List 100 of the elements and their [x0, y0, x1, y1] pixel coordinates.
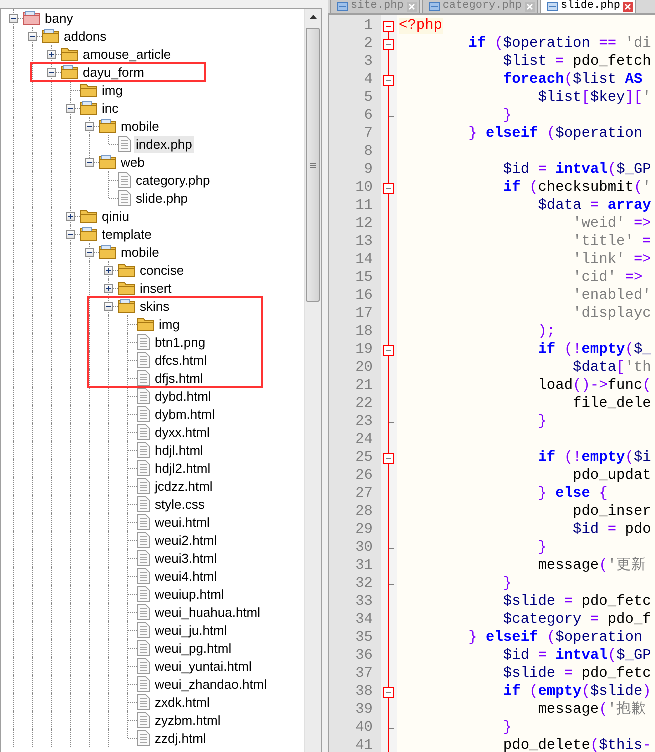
expand-toggle[interactable] [66, 212, 75, 221]
code-line: } else { [537, 485, 608, 503]
fold-toggle[interactable] [383, 687, 394, 698]
line-number: 26 [354, 467, 374, 485]
tree-item[interactable]: weui3.html [153, 550, 220, 566]
tree-item[interactable]: hdjl2.html [153, 460, 213, 476]
code-line: $category = pdo_f [502, 611, 652, 629]
code-line: } [502, 107, 512, 125]
close-icon[interactable] [623, 2, 634, 12]
tree-item[interactable]: dfcs.html [153, 352, 210, 368]
code-line: } [537, 539, 547, 557]
collapse-toggle[interactable] [66, 230, 75, 239]
collapse-toggle[interactable] [9, 14, 18, 23]
tree-item[interactable]: weui_zhandao.html [153, 676, 270, 692]
tree-item[interactable]: mobile [119, 118, 162, 134]
collapse-toggle[interactable] [85, 122, 94, 131]
collapse-toggle[interactable] [47, 68, 56, 77]
tree-item[interactable]: dyxx.html [153, 424, 212, 440]
tree-item[interactable]: amouse_article [81, 46, 174, 62]
expand-toggle[interactable] [104, 266, 113, 275]
tree-item[interactable]: inc [100, 100, 121, 116]
tree-item[interactable]: zyzbm.html [153, 712, 223, 728]
code-line: 'link' => [572, 251, 652, 269]
tree-item[interactable]: weui_yuntai.html [153, 658, 254, 674]
code-line: foreach($list AS [502, 71, 643, 89]
line-number: 36 [354, 647, 374, 665]
tree-item[interactable]: slide.php [134, 190, 190, 206]
tree-item[interactable]: dybm.html [153, 406, 217, 422]
tree-item[interactable]: weui.html [153, 514, 212, 530]
code-line: if (!empty($_ [537, 341, 652, 359]
expand-toggle[interactable] [47, 50, 56, 59]
folder-icon [118, 264, 135, 276]
tree-item[interactable]: dayu_form [81, 64, 146, 80]
code-line: if (empty($slide) [502, 683, 652, 701]
fold-toggle[interactable] [383, 183, 394, 194]
tree-item[interactable]: weui_huahua.html [153, 604, 263, 620]
collapse-toggle[interactable] [104, 302, 113, 311]
tree-item[interactable]: zzdj.html [153, 730, 208, 746]
line-number: 25 [354, 449, 374, 467]
fold-toggle[interactable] [383, 453, 394, 464]
collapse-toggle[interactable] [85, 158, 94, 167]
tree-item[interactable]: web [119, 154, 147, 170]
tree-item[interactable]: addons [62, 28, 109, 44]
collapse-toggle[interactable] [85, 248, 94, 257]
file-tab[interactable]: slide.php [540, 0, 636, 13]
line-number: 28 [354, 503, 374, 521]
tree-item[interactable]: img [100, 82, 125, 98]
tree-item[interactable]: dybd.html [153, 388, 214, 404]
tree-item[interactable]: weui_ju.html [153, 622, 230, 638]
tree-item[interactable]: index.php [134, 136, 194, 152]
line-number: 15 [354, 269, 374, 287]
code-line: pdo_inser [572, 503, 652, 521]
code-line: if (checksubmit(' [502, 179, 652, 197]
fold-toggle[interactable] [383, 21, 394, 32]
expand-toggle[interactable] [104, 284, 113, 293]
tree-item[interactable]: qiniu [100, 208, 132, 224]
up-arrow-icon [310, 15, 316, 19]
tree-item[interactable]: dfjs.html [153, 370, 206, 386]
tree-item[interactable]: mobile [119, 244, 162, 260]
tree-item[interactable]: weui_pg.html [153, 640, 234, 656]
line-number: 18 [354, 323, 374, 341]
code-line: } [502, 575, 512, 593]
line-number: 4 [363, 71, 374, 89]
line-number: 30 [354, 539, 374, 557]
tree-item[interactable]: jcdzz.html [153, 478, 215, 494]
code-line: 'enabled' [572, 287, 652, 305]
line-number: 32 [354, 575, 374, 593]
collapse-toggle[interactable] [66, 104, 75, 113]
line-number: 20 [354, 359, 374, 377]
collapse-toggle[interactable] [28, 32, 37, 41]
fold-toggle[interactable] [383, 39, 394, 50]
tree-item[interactable]: btn1.png [153, 334, 208, 350]
file-icon [137, 694, 150, 710]
tree-item[interactable]: insert [138, 280, 174, 296]
fold-toggle[interactable] [383, 75, 394, 86]
tree-item[interactable]: hdjl.html [153, 442, 206, 458]
line-number: 33 [354, 593, 374, 611]
code-line: 'title' = [572, 233, 652, 251]
line-number: 14 [354, 251, 374, 269]
tree-item[interactable]: weuiup.html [153, 586, 226, 602]
tree-item[interactable]: bany [43, 10, 76, 26]
tree-item[interactable]: img [157, 316, 182, 332]
code-line: } elseif ($operation [468, 125, 643, 143]
tree-item[interactable]: weui2.html [153, 532, 220, 548]
tree-item[interactable]: template [100, 226, 154, 242]
line-number: 35 [354, 629, 374, 647]
line-number: 27 [354, 485, 374, 503]
fold-toggle[interactable] [383, 345, 394, 356]
document-icon [337, 2, 348, 11]
line-number: 41 [354, 737, 374, 752]
folder-icon [118, 282, 135, 294]
tree-item[interactable]: weui4.html [153, 568, 220, 584]
scrollbar-thumb[interactable] [306, 28, 320, 302]
tree-item[interactable]: zxdk.html [153, 694, 212, 710]
folder-icon [61, 48, 78, 60]
tree-item[interactable]: skins [138, 298, 172, 314]
tree-item[interactable]: style.css [153, 496, 207, 512]
tree-item[interactable]: category.php [134, 172, 212, 188]
line-number: 12 [354, 215, 374, 233]
tree-item[interactable]: concise [138, 262, 186, 278]
